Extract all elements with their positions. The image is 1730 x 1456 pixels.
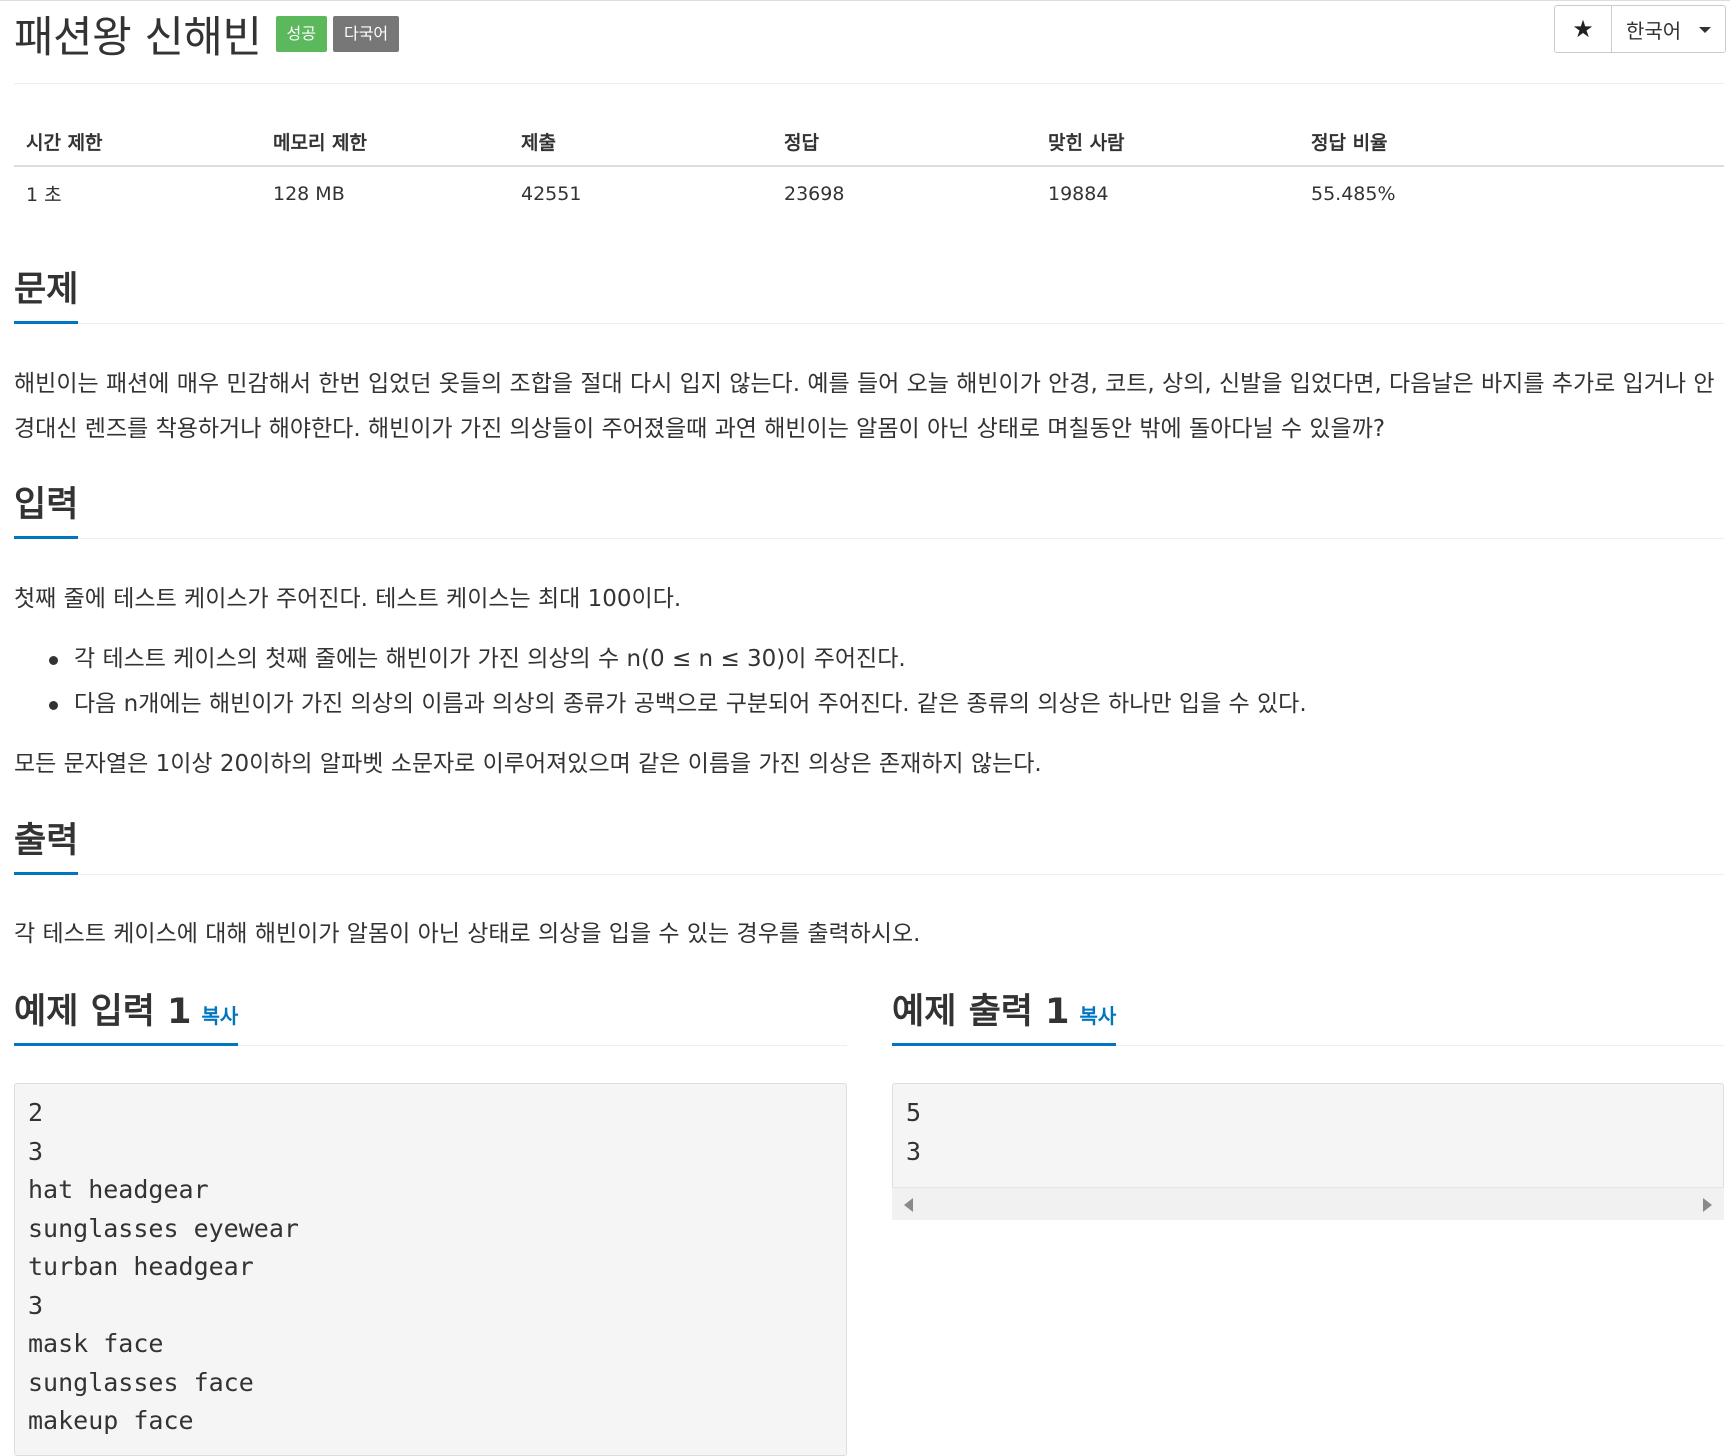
time-limit-header: 시간 제한: [14, 118, 261, 167]
solvers-header: 맞힌 사람: [1036, 118, 1299, 167]
input-section-header: 입력: [14, 477, 1724, 539]
submissions-value: 42551: [521, 182, 582, 205]
problem-info-table: 시간 제한 메모리 제한 제출 정답 맞힌 사람 정답 비율 1 초 128 M…: [14, 118, 1724, 220]
list-item: 다음 n개에는 해빈이가 가진 의상의 이름과 의상의 종류가 공백으로 구분되…: [14, 682, 1714, 727]
scroll-left-icon[interactable]: [904, 1198, 913, 1212]
submissions-header: 제출: [509, 118, 772, 167]
success-badge: 성공: [275, 16, 327, 52]
problem-header: 패션왕 신해빈 성공 다국어: [14, 8, 400, 63]
time-limit-value: 1 초: [26, 184, 62, 206]
sample-output-title: 예제 출력 1 복사: [892, 991, 1117, 1046]
problem-section-title: 문제: [14, 269, 79, 324]
list-item: 각 테스트 케이스의 첫째 줄에는 해빈이가 가진 의상의 수 n(0 ≤ n …: [14, 637, 1714, 682]
info-value-row: 1 초 128 MB 42551 23698 19884 55.485%: [14, 166, 1724, 220]
language-dropdown[interactable]: 한국어: [1612, 6, 1725, 52]
sample-output-header: 예제 출력 1 복사: [892, 980, 1724, 1046]
scroll-right-icon[interactable]: [1703, 1198, 1712, 1212]
input-rules-list: 각 테스트 케이스의 첫째 줄에는 해빈이가 가진 의상의 수 n(0 ≤ n …: [14, 637, 1714, 727]
info-header-row: 시간 제한 메모리 제한 제출 정답 맞힌 사람 정답 비율: [14, 118, 1724, 167]
header-divider: [14, 83, 1724, 84]
input-section-title: 입력: [14, 484, 79, 539]
input-constraints: 모든 문자열은 1이상 20이하의 알파벳 소문자로 이루어져있으며 같은 이름…: [14, 751, 1042, 777]
copy-input-button[interactable]: 복사: [202, 1004, 239, 1028]
memory-limit-header: 메모리 제한: [261, 118, 509, 167]
output-section-header: 출력: [14, 813, 1724, 875]
chevron-down-icon: [1699, 27, 1712, 33]
accepted-header: 정답: [772, 118, 1036, 167]
horizontal-scrollbar[interactable]: [892, 1187, 1724, 1220]
multilang-badge: 다국어: [332, 16, 400, 52]
input-description: 첫째 줄에 테스트 케이스가 주어진다. 테스트 케이스는 최대 100이다.: [14, 586, 682, 612]
sample-output-container: 5 3: [892, 1083, 1724, 1220]
language-label: 한국어: [1626, 18, 1682, 43]
sample-input-title: 예제 입력 1 복사: [14, 991, 239, 1046]
favorite-button[interactable]: ★: [1555, 6, 1612, 52]
sample-input-header: 예제 입력 1 복사: [14, 980, 847, 1046]
problem-description: 해빈이는 패션에 매우 민감해서 한번 입었던 옷들의 조합을 절대 다시 입지…: [14, 371, 1715, 442]
accept-ratio-value: 55.485%: [1311, 182, 1396, 205]
problem-toolbar: ★ 한국어: [1554, 5, 1726, 53]
accept-ratio-header: 정답 비율: [1299, 118, 1724, 167]
copy-output-button[interactable]: 복사: [1080, 1004, 1117, 1028]
output-description: 각 테스트 케이스에 대해 해빈이가 알몸이 아닌 상태로 의상을 입을 수 있…: [14, 921, 921, 947]
output-section-title: 출력: [14, 820, 79, 875]
problem-title: 패션왕 신해빈: [14, 13, 262, 63]
memory-limit-value: 128 MB: [273, 182, 345, 205]
sample-input-block: 2 3 hat headgear sunglasses eyewear turb…: [14, 1083, 847, 1456]
accepted-value: 23698: [784, 182, 845, 205]
solvers-value: 19884: [1048, 182, 1109, 205]
star-icon: ★: [1572, 15, 1594, 43]
problem-section-header: 문제: [14, 262, 1724, 324]
